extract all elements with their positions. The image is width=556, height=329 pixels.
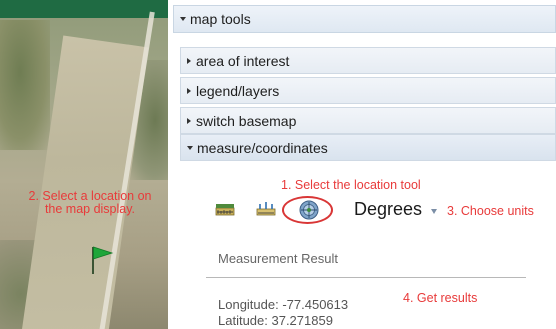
annotation-step-2: 2. Select a location on the map display.: [28, 189, 152, 216]
section-label: switch basemap: [196, 112, 297, 129]
annotation-step-3: 3. Choose units: [447, 204, 534, 218]
section-label: measure/coordinates: [197, 139, 328, 156]
section-legend-layers[interactable]: legend/layers: [180, 77, 556, 104]
units-dropdown[interactable]: Degrees: [354, 199, 438, 220]
collapse-arrow-icon: [180, 17, 186, 21]
latitude-value: Latitude: 37.271859: [218, 313, 333, 328]
longitude-value: Longitude: -77.450613: [218, 297, 349, 312]
section-area-of-interest[interactable]: area of interest: [180, 47, 556, 74]
dropdown-arrow-icon: [431, 208, 438, 214]
section-label: legend/layers: [196, 82, 280, 99]
map-vegetation: [0, 20, 50, 150]
expand-arrow-icon: [187, 117, 191, 124]
distance-tool-icon[interactable]: [255, 199, 277, 219]
annotation-step-4: 4. Get results: [403, 291, 478, 305]
section-measure-coordinates[interactable]: measure/coordinates: [180, 134, 556, 161]
location-flag-icon: [92, 246, 114, 274]
map-tools-header[interactable]: map tools: [173, 5, 556, 33]
map-display[interactable]: 2. Select a location on the map display.: [0, 0, 168, 329]
measurement-result-title: Measurement Result: [218, 251, 338, 266]
expand-arrow-icon: [187, 87, 191, 94]
units-value: Degrees: [354, 199, 423, 219]
divider: [206, 277, 526, 278]
annotation-step-1: 1. Select the location tool: [281, 178, 421, 192]
section-label: area of interest: [196, 52, 290, 69]
map-tools-panel: map tools area of interest legend/layers…: [168, 0, 556, 329]
expand-arrow-icon: [187, 57, 191, 64]
section-switch-basemap[interactable]: switch basemap: [180, 107, 556, 134]
map-top-bar: [0, 0, 168, 18]
panel-title: map tools: [190, 11, 251, 27]
collapse-arrow-icon: [187, 145, 193, 150]
location-tool-icon[interactable]: [298, 199, 320, 221]
area-tool-icon[interactable]: [214, 199, 236, 219]
